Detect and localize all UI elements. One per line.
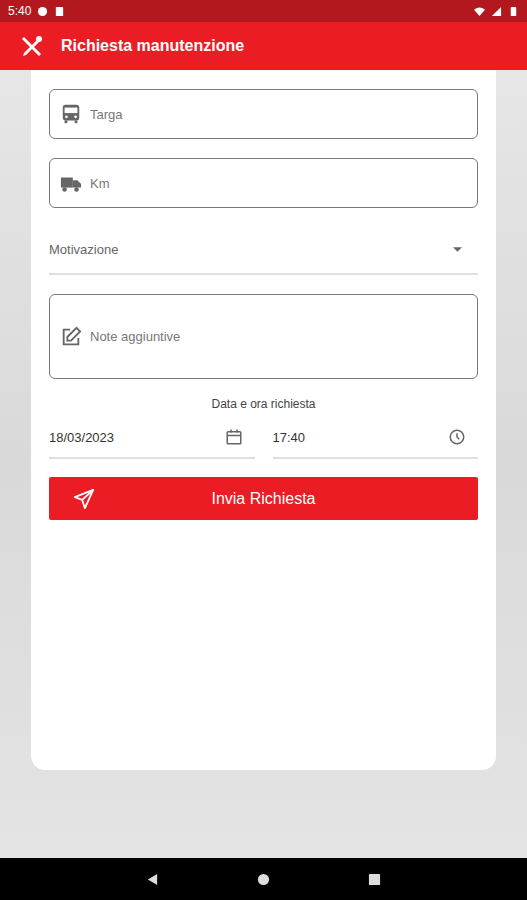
bus-icon [60, 103, 82, 125]
calendar-icon [225, 428, 243, 446]
app-title: Richiesta manutenzione [61, 37, 244, 55]
plate-field[interactable]: Targa [49, 89, 478, 139]
reason-dropdown[interactable]: Motivazione [49, 225, 478, 275]
recents-icon[interactable] [368, 873, 381, 886]
date-field[interactable]: 18/03/2023 [49, 417, 255, 459]
submit-button[interactable]: Invia Richiesta [49, 477, 478, 520]
form-card: Targa Km Motivazione Note aggiuntive Data e … [31, 70, 496, 770]
home-icon[interactable] [257, 873, 270, 886]
tools-icon [20, 34, 44, 58]
dropdown-caret-icon [453, 247, 462, 252]
notification-icon [37, 6, 48, 17]
sim-icon [54, 6, 65, 17]
nav-bar [0, 858, 527, 900]
truck-icon [60, 172, 82, 194]
app-bar: Richiesta manutenzione [0, 22, 527, 70]
datetime-label: Data e ora richiesta [49, 397, 478, 411]
status-bar: 5:40 [0, 0, 527, 22]
back-icon[interactable] [146, 873, 159, 886]
km-field[interactable]: Km [49, 158, 478, 208]
notes-field[interactable]: Note aggiuntive [49, 294, 478, 379]
screen: 5:40 Richiesta manutenzione Targa Km Motivaz… [0, 0, 527, 900]
time-field[interactable]: 17:40 [273, 417, 479, 459]
signal-icon [491, 6, 502, 17]
battery-icon [508, 6, 519, 17]
background-photo: Targa Km Motivazione Note aggiuntive Data e … [0, 70, 527, 858]
send-icon [73, 488, 95, 510]
status-time: 5:40 [8, 4, 31, 18]
wifi-icon [474, 6, 485, 17]
edit-icon [60, 326, 82, 348]
clock-icon [448, 428, 466, 446]
